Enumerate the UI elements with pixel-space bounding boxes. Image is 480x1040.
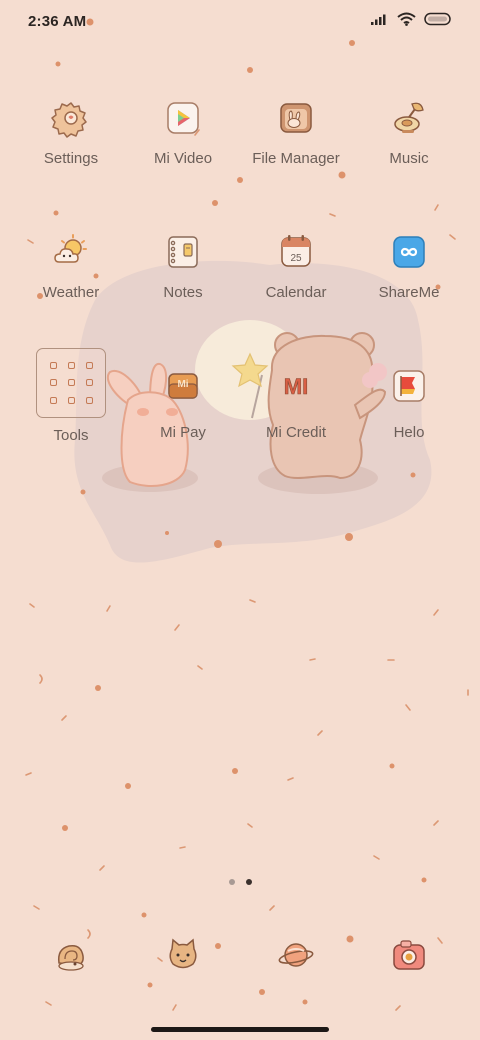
app-notes[interactable]: Notes: [127, 232, 239, 301]
app-music[interactable]: Music: [353, 98, 465, 167]
mi-pay-logo: Mi: [177, 379, 188, 390]
app-file-manager[interactable]: File Manager: [240, 98, 352, 167]
app-label: Calendar: [265, 284, 327, 301]
snail-shell-icon[interactable]: [51, 935, 91, 975]
app-label: Tools: [53, 427, 89, 444]
folder-bunny-icon: [280, 103, 312, 133]
app-label: ShareMe: [378, 284, 440, 301]
folder-tools[interactable]: Tools: [15, 348, 127, 444]
status-bar: 2:36 AM: [0, 0, 480, 44]
wallet-icon: Mi: [168, 373, 198, 399]
app-label: Mi Credit: [265, 424, 326, 441]
folder-grid-icon: [36, 348, 106, 418]
home-screen: 2:36 AM Settings Mi Video File Manager M…: [0, 0, 480, 1040]
app-label: Notes: [163, 284, 203, 301]
page-dot-active[interactable]: [245, 879, 252, 885]
app-label: Helo: [393, 424, 425, 441]
planet-icon[interactable]: [276, 935, 316, 975]
app-label: Mi Video: [153, 150, 213, 167]
cat-face-icon[interactable]: [163, 935, 203, 975]
sun-cloud-icon: [54, 234, 87, 263]
gear-icon: [51, 102, 87, 138]
notebook-icon: [168, 236, 198, 268]
mi-logo-icon: MI: [283, 374, 308, 400]
navigation-handle[interactable]: [151, 1027, 329, 1032]
status-icons: [370, 12, 452, 26]
battery-icon: [424, 12, 451, 26]
app-label: Mi Pay: [160, 424, 206, 441]
calendar-icon: 25: [281, 235, 311, 267]
infinity-icon: [393, 236, 425, 268]
calendar-date: 25: [290, 253, 302, 264]
play-icon: [167, 102, 199, 134]
app-mi-credit[interactable]: MI Mi Credit: [240, 366, 352, 441]
app-label: Weather: [42, 284, 100, 301]
status-time: 2:36 AM: [28, 13, 87, 30]
wifi-icon: [397, 12, 416, 26]
page-indicator[interactable]: [0, 879, 480, 885]
app-calendar[interactable]: 25 Calendar: [240, 232, 352, 301]
app-shareme[interactable]: ShareMe: [353, 232, 465, 301]
app-label: Music: [389, 150, 429, 167]
app-mi-video[interactable]: Mi Video: [127, 98, 239, 167]
app-settings[interactable]: Settings: [15, 98, 127, 167]
app-label: File Manager: [252, 150, 340, 167]
app-label: Settings: [43, 150, 99, 167]
mi-credit-logo: MI: [284, 374, 308, 399]
app-weather[interactable]: Weather: [15, 232, 127, 301]
page-dot[interactable]: [228, 879, 235, 885]
flag-icon: [393, 370, 425, 402]
gramophone-icon: [394, 102, 424, 133]
camera-icon[interactable]: [389, 935, 429, 975]
app-mi-pay[interactable]: Mi Mi Pay: [127, 366, 239, 441]
signal-icon: [371, 14, 386, 25]
app-helo[interactable]: Helo: [353, 366, 465, 441]
